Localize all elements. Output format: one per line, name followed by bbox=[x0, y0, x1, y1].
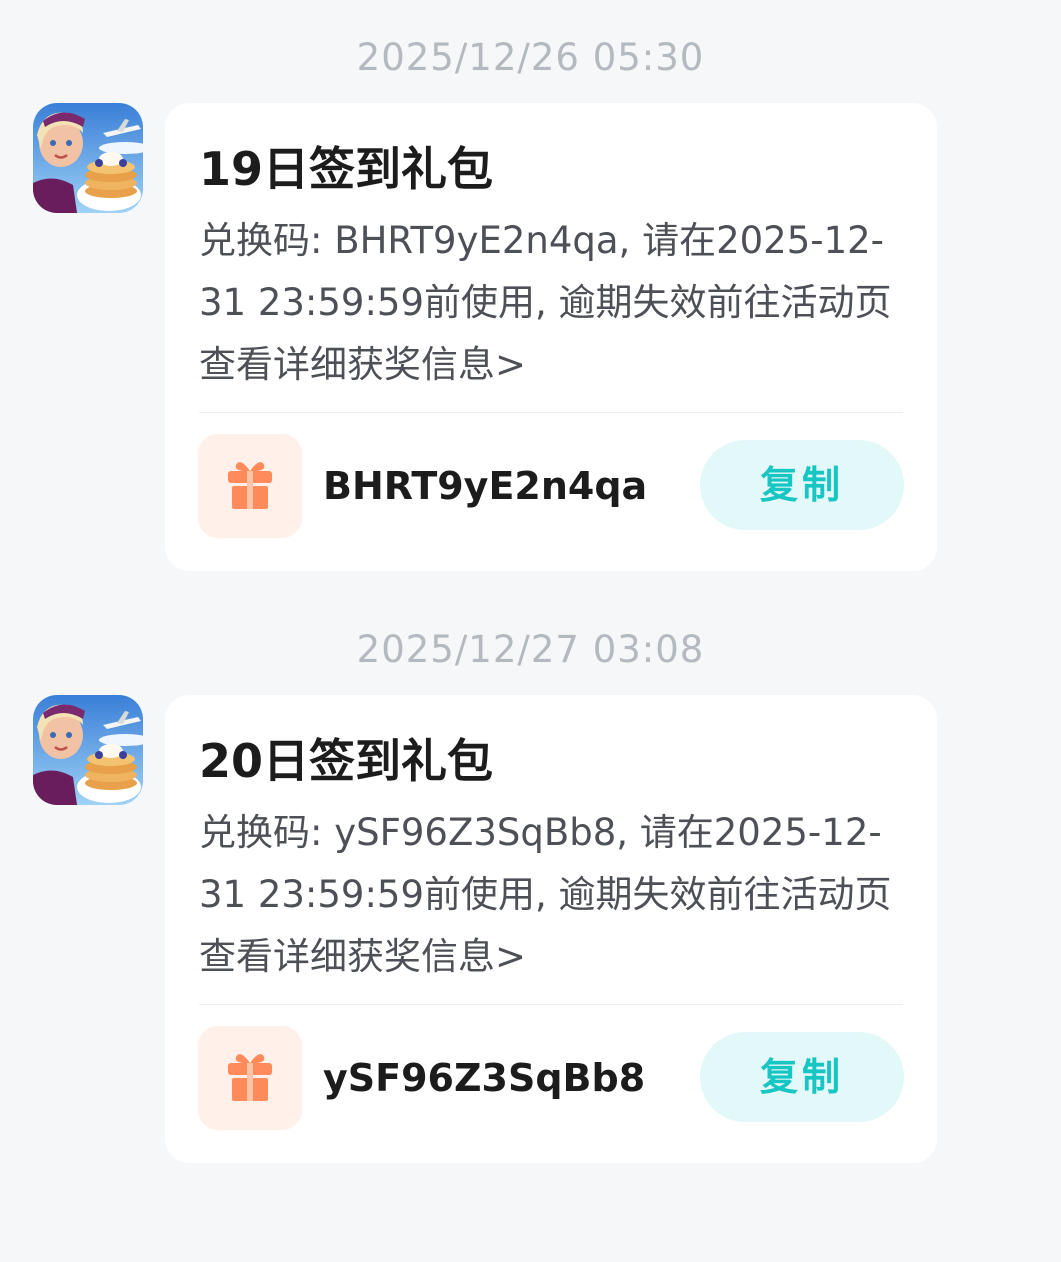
message-timestamp: 2025/12/27 03:08 bbox=[356, 628, 705, 671]
card-title: 19日签到礼包 bbox=[199, 142, 494, 196]
game-avatar-icon[interactable] bbox=[33, 695, 143, 805]
card-divider bbox=[199, 412, 903, 413]
message-timestamp: 2025/12/26 05:30 bbox=[356, 36, 705, 79]
gift-pack-card: 19日签到礼包 兑换码: BHRT9yE2n4qa, 请在2025-12-31 … bbox=[165, 103, 937, 571]
copy-button[interactable]: 复制 bbox=[700, 440, 904, 530]
gift-icon-container bbox=[198, 434, 302, 538]
card-description-text: 兑换码: BHRT9yE2n4qa, 请在2025-12-31 23:59:59… bbox=[199, 219, 892, 386]
redeem-code: ySF96Z3SqBb8 bbox=[323, 1056, 646, 1100]
game-avatar-icon[interactable] bbox=[33, 103, 143, 213]
card-description: 兑换码: BHRT9yE2n4qa, 请在2025-12-31 23:59:59… bbox=[199, 210, 905, 396]
gift-pack-card: 20日签到礼包 兑换码: ySF96Z3SqBb8, 请在2025-12-31 … bbox=[165, 695, 937, 1163]
view-details-link[interactable]: > bbox=[495, 343, 526, 386]
card-description-text: 兑换码: ySF96Z3SqBb8, 请在2025-12-31 23:59:59… bbox=[199, 811, 892, 978]
card-description: 兑换码: ySF96Z3SqBb8, 请在2025-12-31 23:59:59… bbox=[199, 802, 905, 988]
copy-button[interactable]: 复制 bbox=[700, 1032, 904, 1122]
card-title: 20日签到礼包 bbox=[199, 734, 494, 788]
gift-icon bbox=[228, 462, 272, 509]
gift-icon-container bbox=[198, 1026, 302, 1130]
view-details-link[interactable]: > bbox=[495, 935, 526, 978]
card-divider bbox=[199, 1004, 903, 1005]
gift-icon bbox=[228, 1054, 272, 1101]
redeem-code: BHRT9yE2n4qa bbox=[323, 464, 648, 508]
